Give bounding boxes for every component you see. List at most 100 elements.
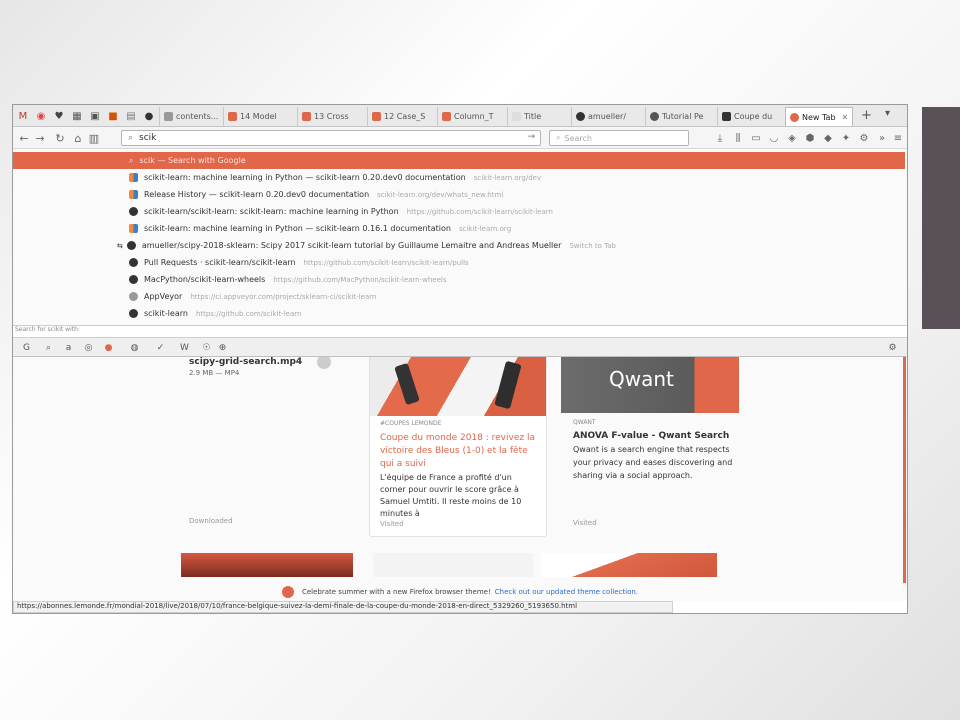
addon-icon[interactable]: ✦ xyxy=(839,131,853,145)
amazon-icon[interactable]: a xyxy=(63,342,74,353)
tab-0[interactable]: contents... xyxy=(159,107,223,126)
shield-icon[interactable]: ◆ xyxy=(821,131,835,145)
tab-2[interactable]: 13 Cross xyxy=(297,107,367,126)
duckduckgo-icon[interactable]: ◎ xyxy=(83,342,94,353)
url-input[interactable]: scik xyxy=(139,133,156,143)
gmail-icon[interactable]: M xyxy=(16,109,30,123)
tab-new-tab[interactable]: New Tab ✕ xyxy=(785,107,853,126)
tab-8[interactable]: Coupe du xyxy=(717,107,785,126)
home-icon[interactable]: ⌂ xyxy=(71,130,85,146)
search-settings-icon[interactable]: ⚙ xyxy=(887,342,898,353)
scrollbar[interactable] xyxy=(903,357,906,587)
suggestion-title: scikit-learn: machine learning in Python… xyxy=(144,173,466,182)
highlight-card-lemonde[interactable]: #COUPES LEMONDE Coupe du monde 2018 : re… xyxy=(369,353,547,537)
pocket-icon[interactable]: ◡ xyxy=(767,131,781,145)
suggestion-row[interactable]: scikit-learn: machine learning in Python… xyxy=(13,220,905,237)
suggestion-row[interactable]: Release History — scikit-learn 0.20.dev0… xyxy=(13,186,905,203)
suggestion-title: amueller/scipy-2018-sklearn: Scipy 2017 … xyxy=(141,241,562,250)
twitter-icon[interactable]: ✓ xyxy=(155,342,166,353)
add-engine-icon[interactable]: ⊕ xyxy=(217,342,228,353)
jupyter-icon xyxy=(442,112,451,121)
snippet-text: Celebrate summer with a new Firefox brow… xyxy=(301,588,491,596)
suggestion-title: scikit-learn/scikit-learn: scikit-learn:… xyxy=(144,207,399,216)
search-field[interactable]: ⌕ Search xyxy=(549,130,689,146)
card-status: Visited xyxy=(573,519,597,527)
close-tab-icon[interactable]: ✕ xyxy=(842,113,849,122)
tab-7[interactable]: Tutorial Pe xyxy=(645,107,717,126)
suggestion-row[interactable]: scikit-learn/scikit-learn: scikit-learn:… xyxy=(13,203,905,220)
tab-favicon-icon xyxy=(164,112,173,121)
sidebar-icon[interactable]: ▥ xyxy=(87,130,101,146)
suggestion-url: scikit-learn.org xyxy=(458,224,512,233)
scikit-learn-icon xyxy=(129,190,138,199)
highlight-card-qwant[interactable]: Qwant QWANT ANOVA F-value - Qwant Search… xyxy=(561,353,741,537)
url-bar[interactable]: ⌕ scik → xyxy=(121,130,541,146)
card-source: QWANT xyxy=(573,419,596,426)
firefox-icon xyxy=(790,112,799,122)
qwant-logo: Qwant xyxy=(609,367,674,391)
qwant-icon[interactable]: ● xyxy=(103,342,114,353)
tab-6[interactable]: amueller/ xyxy=(571,107,645,126)
download-filename[interactable]: scipy-grid-search.mp4 xyxy=(189,357,302,367)
suggestion-row[interactable]: AppVeyor https://ci.appveyor.com/project/… xyxy=(13,288,905,305)
tutorial-icon xyxy=(650,112,659,121)
overflow-icon[interactable]: » xyxy=(875,131,889,145)
highlight-card-thumbnail[interactable] xyxy=(181,553,353,577)
nav-bar: ← → ↻ ⌂ ▥ ⌕ scik → ⌕ Search ⤓ ⫼ ▭ ◡ ◈ ⬢ … xyxy=(13,127,907,149)
suggestion-row[interactable]: Pull Requests · scikit-learn/scikit-lear… xyxy=(13,254,905,271)
grid-icon[interactable]: ▦ xyxy=(70,109,84,123)
heart-icon[interactable]: ♥ xyxy=(52,109,66,123)
reader-icon[interactable]: ▭ xyxy=(749,131,763,145)
tab-4[interactable]: Column_T xyxy=(437,107,507,126)
highlight-card-thumbnail[interactable] xyxy=(373,553,533,577)
suggestion-row[interactable]: ⇆ amueller/scipy-2018-sklearn: Scipy 2017… xyxy=(13,237,905,254)
tab-bar: M ◉ ♥ ▦ ▣ ■ ▤ ● contents... 14 Model 13 … xyxy=(13,105,907,127)
extension-icon[interactable]: ◈ xyxy=(785,131,799,145)
autocomplete-selected-row[interactable]: ⌕ scik — Search with Google xyxy=(13,152,905,169)
card-thumbnail xyxy=(370,354,546,416)
pocket-icon[interactable]: ◉ xyxy=(34,109,48,123)
go-arrow-icon[interactable]: → xyxy=(527,132,535,142)
snippet-link[interactable]: Check out our updated theme collection. xyxy=(495,588,638,596)
suggestion-title: scikit-learn: machine learning in Python… xyxy=(144,224,451,233)
google-icon[interactable]: G xyxy=(21,342,32,353)
tab-5[interactable]: Title xyxy=(507,107,571,126)
back-icon[interactable]: ← xyxy=(17,130,31,146)
github-icon xyxy=(129,275,138,284)
forward-icon[interactable]: → xyxy=(33,130,47,146)
firefox-icon xyxy=(281,586,294,598)
jupyter-icon xyxy=(302,112,311,121)
scikit-learn-icon xyxy=(129,224,138,233)
new-tab-button[interactable]: + xyxy=(861,108,872,123)
tab-3[interactable]: 12 Case_S xyxy=(367,107,437,126)
suggestion-row[interactable]: scikit-learn https://github.com/scikit-le… xyxy=(13,305,905,322)
suggestion-row[interactable]: MacPython/scikit-learn-wheels https://git… xyxy=(13,271,905,288)
sync-icon[interactable]: ⚙ xyxy=(857,131,871,145)
library-icon[interactable]: ⫼ xyxy=(731,131,745,145)
tab-label: 12 Case_S xyxy=(384,112,426,121)
jupyter-icon xyxy=(372,112,381,121)
tab-1[interactable]: 14 Model xyxy=(223,107,297,126)
feed-icon[interactable]: ■ xyxy=(106,109,120,123)
card-description: L'équipe de France a profité d'un corner… xyxy=(380,473,522,518)
wikipedia-icon[interactable]: W xyxy=(179,342,190,353)
github-icon xyxy=(126,241,136,250)
reload-icon[interactable]: ↻ xyxy=(53,130,67,146)
calendar-icon[interactable]: ▤ xyxy=(124,109,138,123)
github-icon[interactable]: ● xyxy=(142,109,156,123)
ebay-icon[interactable]: ◍ xyxy=(129,342,140,353)
jupyter-icon xyxy=(228,112,237,121)
tab-label: Title xyxy=(524,112,542,121)
menu-icon[interactable]: ≡ xyxy=(891,131,905,145)
suggestion-row[interactable]: scikit-learn: machine learning in Python… xyxy=(13,169,905,186)
highlight-card-thumbnail[interactable] xyxy=(541,553,717,577)
ublock-icon[interactable]: ⬢ xyxy=(803,131,817,145)
download-icon[interactable]: ⤓ xyxy=(713,131,727,145)
card-title: Coupe du monde 2018 : revivez la victoir… xyxy=(380,433,535,469)
doc-icon[interactable]: ▣ xyxy=(88,109,102,123)
tab-list-chevron-icon[interactable]: ▾ xyxy=(885,108,890,119)
bing-icon[interactable]: ⌕ xyxy=(43,342,54,353)
suggestion-title: Release History — scikit-learn 0.20.dev0… xyxy=(144,190,370,199)
yahoo-icon[interactable]: ☉ xyxy=(201,342,212,353)
suggestion-title: MacPython/scikit-learn-wheels xyxy=(144,275,266,284)
